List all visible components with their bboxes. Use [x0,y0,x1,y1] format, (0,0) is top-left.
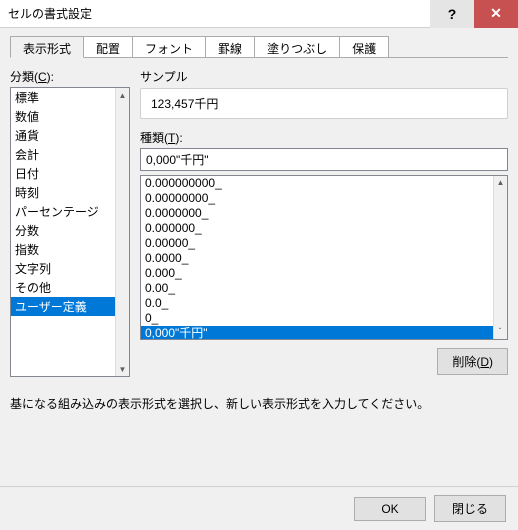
category-label: 分類(C): [10,68,130,85]
tab-保護[interactable]: 保護 [339,36,389,58]
close-button[interactable]: 閉じる [434,495,506,522]
type-item[interactable]: 0.00000000_ [141,191,493,206]
category-item[interactable]: 数値 [11,107,115,126]
type-item[interactable]: 0_ [141,311,493,326]
type-input[interactable] [146,152,502,166]
tab-塗りつぶし[interactable]: 塗りつぶし [254,36,340,58]
type-label: 種類(T): [140,129,508,146]
sample-label: サンプル [140,68,508,85]
tab-罫線[interactable]: 罫線 [205,36,255,58]
tabs: 表示形式配置フォント罫線塗りつぶし保護 [10,36,508,58]
footer: OK 閉じる [0,486,518,530]
type-item[interactable]: 0.000000_ [141,221,493,236]
category-item[interactable]: 日付 [11,164,115,183]
category-item[interactable]: 時刻 [11,183,115,202]
type-item[interactable]: 0.0000000_ [141,206,493,221]
tab-フォント[interactable]: フォント [132,36,206,58]
type-item[interactable]: 0.0_ [141,296,493,311]
type-scrollbar[interactable]: ▲ ˇ [493,176,507,339]
category-item[interactable]: ユーザー定義 [11,297,115,316]
sample-value: 123,457千円 [140,88,508,119]
hint-text: 基になる組み込みの表示形式を選択し、新しい表示形式を入力してください。 [10,395,508,412]
scroll-down-icon[interactable]: ▼ [116,362,129,376]
type-item[interactable]: 0.00_ [141,281,493,296]
category-item[interactable]: 分数 [11,221,115,240]
category-item[interactable]: パーセンテージ [11,202,115,221]
type-item[interactable]: 0.0000_ [141,251,493,266]
category-scrollbar[interactable]: ▲ ▼ [115,88,129,376]
window-title: セルの書式設定 [0,5,430,22]
scroll-up-icon[interactable]: ▲ [494,176,507,190]
type-input-wrap [140,148,508,171]
tab-配置[interactable]: 配置 [83,36,133,58]
tab-表示形式[interactable]: 表示形式 [10,36,84,58]
close-window-button[interactable]: ✕ [474,0,518,28]
dialog-body: 表示形式配置フォント罫線塗りつぶし保護 分類(C): 標準数値通貨会計日付時刻パ… [0,28,518,420]
ok-button[interactable]: OK [354,497,426,521]
category-item[interactable]: 通貨 [11,126,115,145]
type-item[interactable]: 0,000"千円" [141,326,493,339]
delete-button[interactable]: 削除(D) [437,348,508,375]
category-item[interactable]: 指数 [11,240,115,259]
category-item[interactable]: 標準 [11,88,115,107]
dropdown-icon[interactable]: ˇ [493,325,507,339]
type-item[interactable]: 0.000_ [141,266,493,281]
type-listbox[interactable]: 0.000000000_0.00000000_0.0000000_0.00000… [140,175,508,340]
help-button[interactable]: ? [430,0,474,28]
type-item[interactable]: 0.000000000_ [141,176,493,191]
scroll-up-icon[interactable]: ▲ [116,88,129,102]
category-listbox[interactable]: 標準数値通貨会計日付時刻パーセンテージ分数指数文字列その他ユーザー定義 ▲ ▼ [10,87,130,377]
category-item[interactable]: その他 [11,278,115,297]
titlebar: セルの書式設定 ? ✕ [0,0,518,28]
category-item[interactable]: 文字列 [11,259,115,278]
type-item[interactable]: 0.00000_ [141,236,493,251]
category-item[interactable]: 会計 [11,145,115,164]
